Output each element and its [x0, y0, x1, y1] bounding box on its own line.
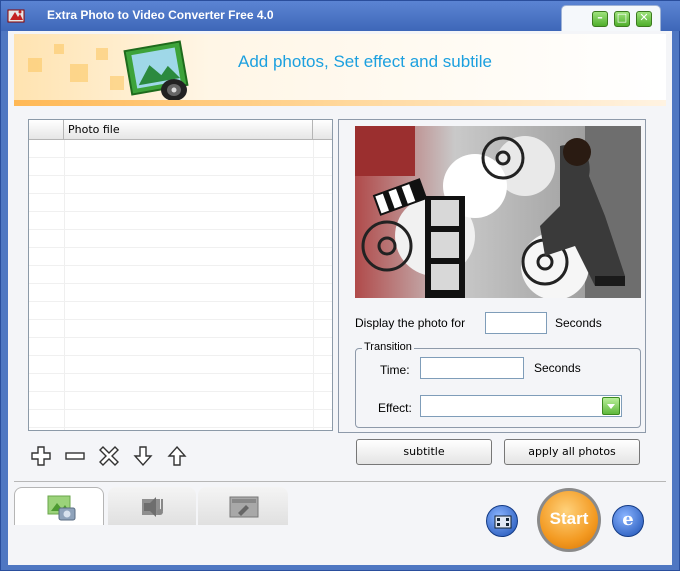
list-item[interactable] [29, 266, 332, 284]
app-window: Extra Photo to Video Converter Free 4.0 … [0, 0, 680, 571]
video-player-button[interactable] [486, 505, 518, 537]
tab-audio[interactable] [108, 487, 196, 525]
list-item[interactable] [29, 176, 332, 194]
tab-video-settings[interactable] [198, 487, 288, 525]
transition-group: Transition Time: Seconds Effect: [355, 341, 641, 428]
transition-legend: Transition [362, 341, 414, 353]
transition-time-input[interactable] [420, 357, 524, 379]
photo-preview-image [355, 126, 641, 298]
start-button[interactable]: Start [537, 488, 601, 552]
column-header-photo-file: Photo file [68, 123, 120, 136]
close-icon: ✕ [639, 11, 649, 24]
list-header: Photo file [29, 120, 332, 140]
list-item[interactable] [29, 230, 332, 248]
list-item[interactable] [29, 212, 332, 230]
chevron-down-icon[interactable] [602, 397, 620, 415]
subtitle-button[interactable]: subtitle [356, 439, 492, 465]
close-button[interactable]: ✕ [636, 11, 652, 27]
start-button-face: Start [540, 491, 598, 549]
display-duration-unit: Seconds [555, 316, 602, 330]
preview-settings-panel: Display the photo for Seconds Transition… [338, 119, 646, 433]
divider [14, 481, 666, 482]
list-item[interactable] [29, 338, 332, 356]
internet-icon: e [622, 509, 634, 530]
list-item[interactable] [29, 392, 332, 410]
photo-tab-icon [47, 495, 76, 521]
clear-icon[interactable] [98, 445, 120, 467]
app-logo-icon [7, 9, 25, 23]
web-link-button[interactable]: e [612, 505, 644, 537]
banner-decoration [70, 64, 88, 82]
start-button-label: Start [549, 509, 589, 528]
effect-dropdown[interactable] [420, 395, 622, 417]
move-up-icon[interactable] [166, 445, 188, 467]
list-item[interactable] [29, 320, 332, 338]
list-item[interactable] [29, 302, 332, 320]
window-title: Extra Photo to Video Converter Free 4.0 [47, 8, 274, 22]
display-duration-label: Display the photo for [355, 316, 466, 330]
display-duration-input[interactable] [485, 312, 547, 334]
maximize-icon: □ [616, 11, 628, 24]
minimize-button[interactable]: – [592, 11, 608, 27]
list-item[interactable] [29, 284, 332, 302]
banner-headline: Add photos, Set effect and subtile [238, 52, 492, 71]
minimize-icon: – [597, 11, 603, 24]
banner-strip [14, 100, 666, 106]
list-header-index-cell[interactable] [29, 120, 64, 139]
banner-decoration [28, 58, 42, 72]
list-item[interactable] [29, 374, 332, 392]
remove-icon[interactable] [64, 445, 86, 467]
video-settings-tab-icon [229, 496, 259, 518]
list-item[interactable] [29, 356, 332, 374]
banner-decoration [54, 44, 64, 54]
list-header-photo-cell[interactable]: Photo file [64, 120, 313, 139]
add-icon[interactable] [30, 445, 52, 467]
list-item[interactable] [29, 410, 332, 428]
tab-photos[interactable] [14, 487, 104, 525]
maximize-button[interactable]: □ [614, 11, 630, 27]
audio-tab-icon [142, 497, 163, 517]
photo-video-logo-icon [123, 40, 189, 101]
transition-time-label: Time: [380, 363, 410, 377]
photo-file-list[interactable]: Photo file [28, 119, 333, 431]
main-panel: Add photos, Set effect and subtile Photo… [8, 31, 672, 565]
transition-time-unit: Seconds [534, 361, 581, 375]
list-item[interactable] [29, 248, 332, 266]
list-item[interactable] [29, 194, 332, 212]
list-item[interactable] [29, 140, 332, 158]
list-item[interactable] [29, 158, 332, 176]
banner-decoration [96, 48, 108, 60]
header-banner: Add photos, Set effect and subtile [14, 34, 666, 106]
window-controls: – □ ✕ [561, 5, 661, 33]
effect-label: Effect: [378, 401, 412, 415]
move-down-icon[interactable] [132, 445, 154, 467]
filmstrip-collage-image [355, 126, 641, 298]
film-icon [494, 515, 512, 529]
apply-all-photos-button[interactable]: apply all photos [504, 439, 640, 465]
